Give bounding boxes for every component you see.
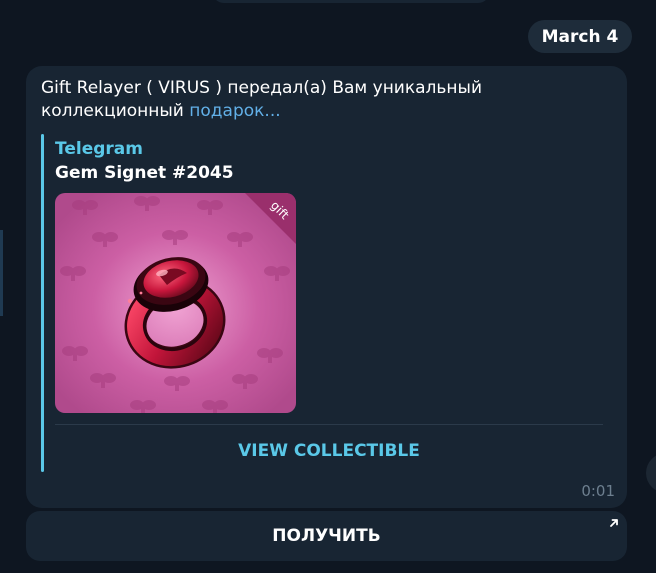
message-bubble: Gift Relayer ( VIRUS ) передал(а) Вам ун…: [26, 66, 627, 508]
date-badge: March 4: [528, 20, 632, 53]
message-link[interactable]: подарок...: [189, 101, 280, 121]
preview-site-name: Telegram: [55, 139, 143, 159]
link-preview[interactable]: Telegram Gem Signet #2045 gift VIEW COLL…: [41, 134, 603, 472]
message-text: Gift Relayer ( VIRUS ) передал(а) Вам ун…: [41, 77, 616, 123]
scroll-indicator: [0, 230, 3, 316]
gift-image-svg: gift: [55, 193, 296, 413]
message-time: 0:01: [581, 482, 615, 500]
receive-button-label: ПОЛУЧИТЬ: [272, 526, 381, 546]
receive-button[interactable]: ПОЛУЧИТЬ: [26, 511, 627, 561]
preview-accent-bar: [41, 134, 44, 472]
view-collectible-button[interactable]: VIEW COLLECTIBLE: [55, 434, 603, 468]
date-label: March 4: [541, 26, 619, 47]
preview-divider: [55, 424, 603, 425]
gift-image[interactable]: gift: [55, 193, 296, 413]
scroll-down-button[interactable]: [646, 453, 656, 493]
previous-message-bubble: [212, 0, 490, 3]
preview-title: Gem Signet #2045: [55, 163, 234, 183]
arrow-up-right-icon: [610, 519, 618, 527]
